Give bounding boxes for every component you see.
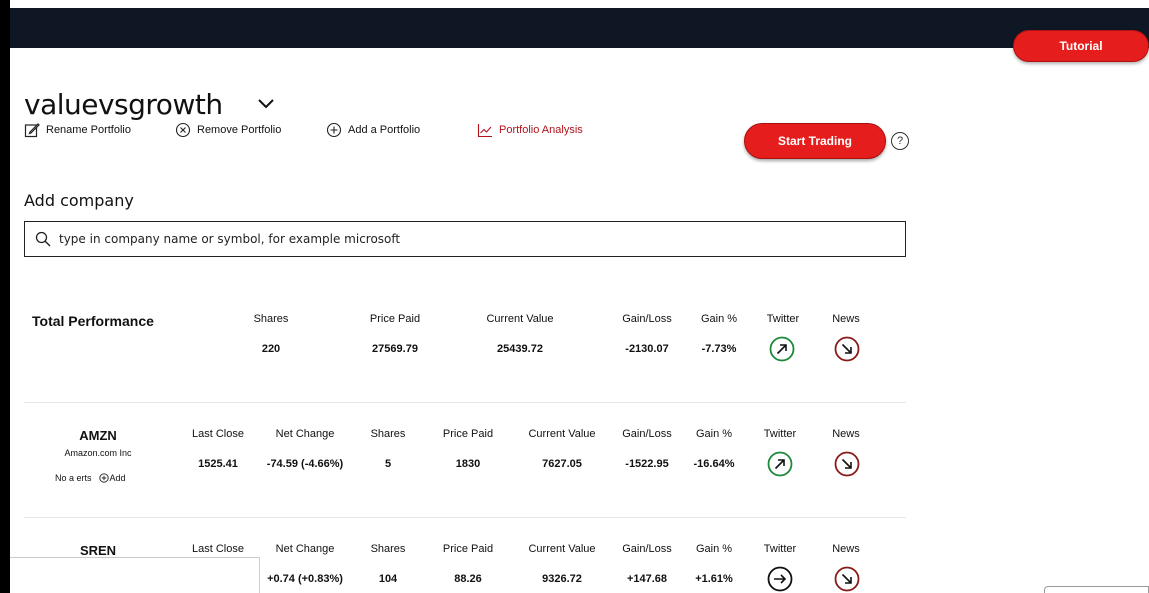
holding-symbol[interactable]: AMZN [79, 428, 117, 443]
price-paid-value: 88.26 [454, 573, 482, 585]
price-paid-value: 1830 [455, 458, 481, 470]
total-current-value-value: 25439.72 [497, 343, 543, 355]
remove-portfolio-button[interactable]: Remove Portfolio [175, 122, 281, 138]
total-gain-pct-header: Gain % [700, 313, 738, 325]
window-frame-left [0, 0, 10, 593]
news-header: News [832, 543, 860, 555]
help-icon[interactable]: ? [891, 132, 909, 150]
portfolio-analysis-label: Portfolio Analysis [499, 124, 583, 136]
last-close-header: Last Close [192, 543, 244, 555]
last-close-value: 1525.41 [198, 458, 238, 470]
total-performance-title: Total Performance [32, 313, 154, 329]
alerts-label: No a erts [55, 473, 92, 483]
holding-alerts: No a erts Add [55, 473, 126, 483]
price-paid-header: Price Paid [442, 428, 494, 440]
add-alert-button[interactable]: Add [98, 473, 126, 483]
portfolio-dropdown-chevron-icon[interactable] [256, 94, 276, 114]
gain-pct-value: +1.61% [695, 573, 733, 585]
gain-loss-value: -1522.95 [625, 458, 669, 470]
news-down-arrow-icon[interactable] [834, 451, 860, 477]
current-value-header: Current Value [528, 543, 596, 555]
start-trading-button[interactable]: Start Trading [744, 123, 886, 159]
net-change-header: Net Change [275, 428, 335, 440]
rename-portfolio-button[interactable]: Rename Portfolio [24, 122, 131, 138]
add-portfolio-button[interactable]: Add a Portfolio [326, 122, 420, 138]
shares-value: 5 [384, 458, 392, 470]
current-value-value: 9326.72 [542, 573, 582, 585]
search-icon [35, 231, 51, 247]
company-search-box[interactable] [24, 221, 906, 257]
net-change-value: -74.59 (-4.66%) [266, 458, 344, 470]
twitter-up-arrow-icon[interactable] [769, 336, 795, 362]
bottom-overlay-panel [10, 557, 260, 593]
add-portfolio-label: Add a Portfolio [348, 124, 421, 136]
holding-symbol[interactable]: SREN [80, 543, 116, 558]
add-alert-label: Add [109, 473, 126, 483]
net-change-value: +0.74 (+0.83%) [267, 573, 343, 585]
twitter-header: Twitter [763, 543, 797, 555]
total-shares-value: 220 [261, 343, 281, 355]
total-price-paid-header: Price Paid [369, 313, 421, 325]
twitter-right-arrow-icon[interactable] [767, 566, 793, 592]
price-paid-header: Price Paid [442, 543, 494, 555]
twitter-up-arrow-icon[interactable] [767, 451, 793, 477]
net-change-header: Net Change [275, 543, 335, 555]
gain-loss-value: +147.68 [626, 573, 668, 585]
last-close-header: Last Close [192, 428, 244, 440]
rename-portfolio-label: Rename Portfolio [46, 124, 131, 136]
line-chart-icon [477, 124, 492, 138]
total-shares-header: Shares [253, 313, 289, 325]
holding-company-name: Amazon.com Inc [64, 448, 132, 458]
twitter-header: Twitter [763, 428, 797, 440]
row-divider [24, 402, 906, 403]
shares-header: Shares [370, 428, 406, 440]
add-company-heading: Add company [24, 191, 134, 210]
total-twitter-header: Twitter [766, 313, 800, 325]
total-current-value-header: Current Value [486, 313, 554, 325]
gain-loss-header: Gain/Loss [622, 428, 672, 440]
shares-header: Shares [370, 543, 406, 555]
news-down-arrow-icon[interactable] [834, 336, 860, 362]
total-price-paid-value: 27569.79 [372, 343, 418, 355]
total-gain-loss-header: Gain/Loss [622, 313, 672, 325]
row-divider [24, 517, 906, 518]
total-news-header: News [832, 313, 860, 325]
shares-value: 104 [378, 573, 398, 585]
gain-loss-header: Gain/Loss [622, 543, 672, 555]
current-value-value: 7627.05 [542, 458, 582, 470]
current-value-header: Current Value [528, 428, 596, 440]
news-header: News [832, 428, 860, 440]
add-circle-icon [98, 473, 109, 483]
remove-circle-icon [175, 122, 191, 138]
total-gain-loss-value: -2130.07 [625, 343, 669, 355]
tutorial-button[interactable]: Tutorial [1013, 30, 1149, 62]
portfolio-analysis-link[interactable]: Portfolio Analysis [477, 122, 583, 138]
gain-pct-header: Gain % [695, 543, 733, 555]
edit-icon [24, 123, 40, 138]
news-down-arrow-icon[interactable] [834, 566, 860, 592]
company-search-input[interactable] [59, 232, 905, 246]
add-circle-icon [326, 122, 342, 138]
gain-pct-header: Gain % [695, 428, 733, 440]
gain-pct-value: -16.64% [693, 458, 735, 470]
remove-portfolio-label: Remove Portfolio [197, 124, 282, 136]
total-gain-pct-value: -7.73% [701, 343, 737, 355]
bottom-right-widget[interactable] [1044, 586, 1149, 593]
top-navigation-bar [10, 8, 1149, 48]
portfolio-title: valuevsgrowth [24, 88, 223, 121]
